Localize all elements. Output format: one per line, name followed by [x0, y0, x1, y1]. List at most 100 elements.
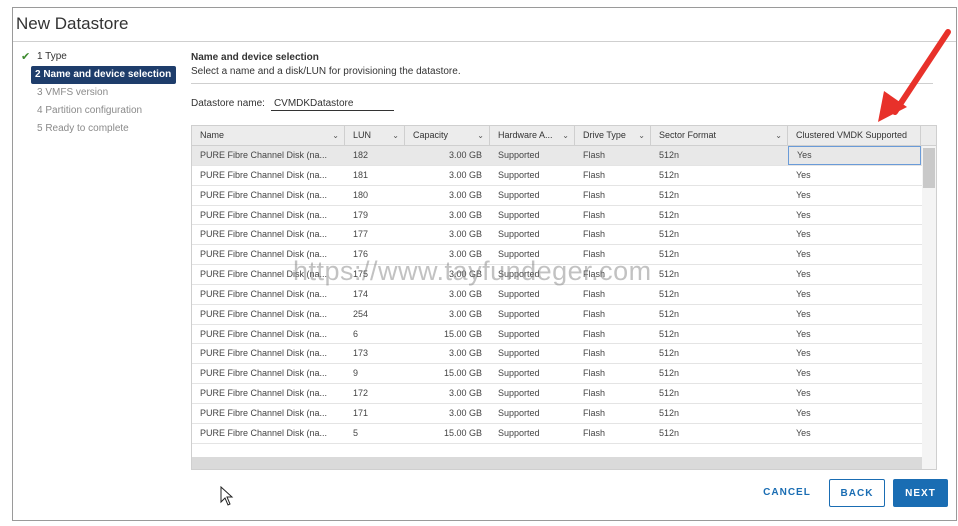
cell-name: PURE Fibre Channel Disk (na... — [200, 288, 328, 299]
cell-lun: 254 — [353, 308, 369, 319]
cell-drive-type: Flash — [583, 189, 606, 200]
wizard-steps: ✔ 1 Type 2 Name and device selection 3 V… — [21, 48, 181, 138]
cell-sector-format: 512n — [659, 288, 680, 299]
cell-hardware-acceleration: Supported — [498, 269, 540, 280]
cell-capacity: 3.00 GB — [448, 169, 482, 180]
cell-clustered-vmdk-supported: Yes — [796, 427, 811, 438]
cell-lun: 180 — [353, 189, 369, 200]
cell-clustered-vmdk-supported: Yes — [796, 288, 811, 299]
cell-drive-type: Flash — [583, 388, 606, 399]
table-row[interactable]: PURE Fibre Channel Disk (na... 175 3.00 GB… — [192, 265, 936, 285]
table-row[interactable]: PURE Fibre Channel Disk (na... 182 3.00 GB… — [192, 146, 936, 166]
table-row[interactable]: PURE Fibre Channel Disk (na... 254 3.00 GB… — [192, 305, 936, 325]
cell-sector-format: 512n — [659, 189, 680, 200]
cell-lun: 9 — [353, 368, 359, 379]
cell-sector-format: 512n — [659, 427, 680, 438]
grid-body: PURE Fibre Channel Disk (na... 182 3.00 GB… — [192, 146, 936, 444]
cell-drive-type: Flash — [583, 368, 606, 379]
cell-lun: 181 — [353, 169, 369, 180]
cell-name: PURE Fibre Channel Disk (na... — [200, 150, 328, 160]
column-header-drive-type[interactable]: Drive Type ⌄ — [575, 126, 651, 145]
table-row[interactable]: PURE Fibre Channel Disk (na... 180 3.00 GB… — [192, 186, 936, 206]
section-divider — [191, 83, 933, 84]
cell-drive-type: Flash — [583, 288, 606, 299]
cell-sector-format: 512n — [659, 229, 680, 240]
cell-name: PURE Fibre Channel Disk (na... — [200, 328, 328, 339]
table-row[interactable]: PURE Fibre Channel Disk (na... 179 3.00 GB… — [192, 206, 936, 226]
table-row[interactable]: PURE Fibre Channel Disk (na... 5 15.00 GB S… — [192, 424, 936, 444]
cell-hardware-acceleration: Supported — [498, 407, 540, 418]
cell-lun: 182 — [353, 150, 369, 160]
cell-capacity: 3.00 GB — [448, 348, 482, 359]
cell-sector-format: 512n — [659, 328, 680, 339]
dialog-title: New Datastore — [16, 14, 129, 33]
check-icon: ✔ — [21, 51, 31, 63]
column-header-hardware-acceleration[interactable]: Hardware A... ⌄ — [490, 126, 575, 145]
vertical-scrollbar[interactable] — [922, 146, 936, 469]
cell-sector-format: 512n — [659, 209, 680, 220]
column-header-name[interactable]: Name ⌄ — [192, 126, 345, 145]
scrollbar-thumb[interactable] — [923, 148, 935, 188]
horizontal-scrollbar[interactable] — [192, 457, 922, 469]
column-header-lun[interactable]: LUN ⌄ — [345, 126, 405, 145]
table-row[interactable]: PURE Fibre Channel Disk (na... 171 3.00 GB… — [192, 404, 936, 424]
cancel-button[interactable]: CANCEL — [756, 479, 818, 507]
cell-name: PURE Fibre Channel Disk (na... — [200, 388, 328, 399]
cell-sector-format: 512n — [659, 249, 680, 260]
cell-lun: 173 — [353, 348, 369, 359]
cell-capacity: 15.00 GB — [443, 328, 482, 339]
table-row[interactable]: PURE Fibre Channel Disk (na... 177 3.00 GB… — [192, 225, 936, 246]
cell-drive-type: Flash — [583, 169, 606, 180]
cell-hardware-acceleration: Supported — [498, 229, 540, 240]
chevron-down-icon[interactable]: ⌄ — [332, 126, 339, 145]
cell-clustered-vmdk-supported: Yes — [796, 209, 811, 220]
cell-drive-type: Flash — [583, 427, 606, 438]
cell-capacity: 15.00 GB — [443, 368, 482, 379]
cell-name: PURE Fibre Channel Disk (na... — [200, 348, 328, 359]
cell-sector-format: 512n — [659, 388, 680, 399]
chevron-down-icon[interactable]: ⌄ — [392, 126, 399, 145]
cell-drive-type: Flash — [583, 209, 606, 220]
cell-hardware-acceleration: Supported — [498, 348, 540, 359]
device-grid: Name ⌄ LUN ⌄ Capacity ⌄ Hardware A... ⌄ Driv… — [191, 125, 937, 470]
cell-drive-type: Flash — [583, 308, 606, 319]
column-header-sector-format[interactable]: Sector Format ⌄ — [651, 126, 788, 145]
cell-clustered-vmdk-supported: Yes — [796, 348, 811, 359]
step-label: 4 Partition configuration — [37, 105, 143, 116]
cell-sector-format: 512n — [659, 368, 680, 379]
table-row[interactable]: PURE Fibre Channel Disk (na... 172 3.00 GB… — [192, 384, 936, 404]
cell-hardware-acceleration: Supported — [498, 150, 540, 160]
cell-clustered-vmdk-supported: Yes — [796, 328, 811, 339]
step-name-device-selection[interactable]: 2 Name and device selection — [31, 66, 176, 84]
cell-hardware-acceleration: Supported — [498, 249, 540, 260]
cell-hardware-acceleration: Supported — [498, 368, 540, 379]
cell-sector-format: 512n — [659, 348, 680, 359]
cell-name: PURE Fibre Channel Disk (na... — [200, 209, 328, 220]
section-title: Name and device selection — [191, 52, 319, 63]
table-row[interactable]: PURE Fibre Channel Disk (na... 181 3.00 GB… — [192, 166, 936, 186]
step-partition-configuration: 4 Partition configuration — [21, 102, 181, 120]
cell-lun: 176 — [353, 249, 369, 260]
cell-capacity: 3.00 GB — [448, 189, 482, 200]
cell-sector-format: 512n — [659, 269, 680, 280]
table-row[interactable]: PURE Fibre Channel Disk (na... 174 3.00 GB… — [192, 285, 936, 305]
step-type[interactable]: ✔ 1 Type — [21, 48, 181, 66]
table-row[interactable]: PURE Fibre Channel Disk (na... 6 15.00 GB S… — [192, 325, 936, 345]
chevron-down-icon[interactable]: ⌄ — [638, 126, 645, 145]
column-header-clustered-vmdk-supported[interactable]: Clustered VMDK Supported — [788, 126, 921, 145]
column-header-capacity[interactable]: Capacity ⌄ — [405, 126, 490, 145]
table-row[interactable]: PURE Fibre Channel Disk (na... 9 15.00 GB S… — [192, 364, 936, 385]
table-row[interactable]: PURE Fibre Channel Disk (na... 173 3.00 GB… — [192, 344, 936, 365]
cell-name: PURE Fibre Channel Disk (na... — [200, 427, 328, 438]
chevron-down-icon[interactable]: ⌄ — [477, 126, 484, 145]
cell-hardware-acceleration: Supported — [498, 288, 540, 299]
back-button[interactable]: BACK — [829, 479, 885, 507]
chevron-down-icon[interactable]: ⌄ — [562, 126, 569, 145]
cell-clustered-vmdk-supported: Yes — [796, 249, 811, 260]
cell-capacity: 3.00 GB — [448, 150, 482, 160]
next-button[interactable]: NEXT — [893, 479, 948, 507]
cell-hardware-acceleration: Supported — [498, 209, 540, 220]
datastore-name-input[interactable] — [270, 97, 394, 111]
table-row[interactable]: PURE Fibre Channel Disk (na... 176 3.00 GB… — [192, 245, 936, 266]
chevron-down-icon[interactable]: ⌄ — [775, 126, 782, 145]
